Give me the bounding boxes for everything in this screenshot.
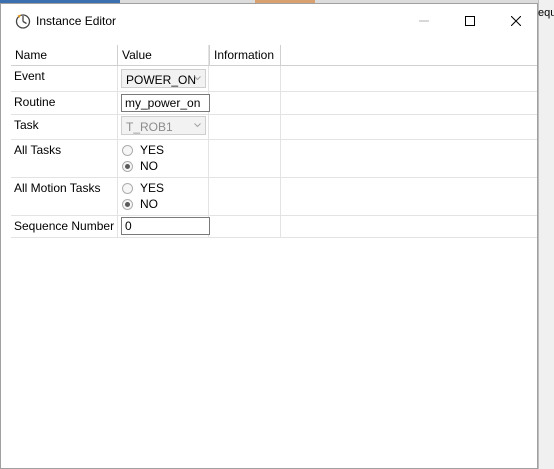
minimize-icon [419,20,429,21]
all-tasks-no-radio[interactable] [122,160,133,172]
background-text: equ [538,7,554,19]
all-motion-tasks-no-label: NO [140,197,158,211]
minimize-button[interactable] [401,4,447,37]
background-app-edge: equ [538,0,554,469]
instance-editor-icon [15,13,31,29]
event-value-cell: POWER_ON [117,66,209,91]
header-value: Value [117,45,209,65]
maximize-icon [465,15,475,26]
all-motion-tasks-yes-option[interactable]: YES [122,180,164,196]
all-motion-tasks-info-cell [209,178,281,215]
instance-editor-window: Instance Editor Name Value Information E… [0,3,538,469]
task-dropdown[interactable]: T_ROB1 [121,116,206,135]
all-motion-tasks-yes-label: YES [140,181,165,195]
task-dropdown-value: T_ROB1 [126,120,173,134]
sequence-number-value-cell: 0 [117,216,210,237]
all-tasks-value-cell: YES NO [117,140,209,177]
all-motion-tasks-label: All Motion Tasks [14,181,101,195]
title-bar[interactable]: Instance Editor [1,4,537,37]
close-icon [511,15,521,26]
event-dropdown-value: POWER_ON [126,73,197,87]
routine-info-cell [209,92,281,114]
grid-header-row: Name Value Information [11,45,537,66]
all-tasks-yes-radio[interactable] [122,144,133,156]
chevron-down-icon [194,76,201,81]
all-tasks-yes-label: YES [140,143,165,157]
event-dropdown[interactable]: POWER_ON [121,69,206,88]
chevron-down-icon [194,123,201,128]
close-button[interactable] [493,4,539,37]
all-tasks-label: All Tasks [14,143,62,157]
all-motion-tasks-yes-radio[interactable] [122,182,133,194]
grid-row-task: Task T_ROB1 [11,115,537,140]
routine-label: Routine [14,95,56,109]
event-label: Event [14,69,45,83]
grid-row-event: Event POWER_ON [11,66,537,92]
task-label: Task [14,118,39,132]
grid-row-all-motion-tasks: All Motion Tasks YES NO [11,178,537,216]
header-information: Information [209,45,281,65]
sequence-number-info-cell [209,216,281,237]
header-filler [281,45,537,65]
event-info-cell [209,66,281,91]
routine-input[interactable]: my_power_on [121,94,210,112]
all-motion-tasks-no-option[interactable]: NO [122,196,158,212]
all-motion-tasks-value-cell: YES NO [117,178,209,215]
all-tasks-no-label: NO [140,159,158,173]
header-name: Name [15,48,48,62]
grid-row-all-tasks: All Tasks YES NO [11,140,537,178]
all-tasks-yes-option[interactable]: YES [122,142,164,158]
all-tasks-no-option[interactable]: NO [122,158,158,174]
grid-row-sequence-number: Sequence Number 0 [11,216,537,238]
grid-row-routine: Routine my_power_on [11,92,537,115]
task-value-cell: T_ROB1 [117,115,209,139]
routine-value-cell: my_power_on [117,92,210,114]
property-grid: Name Value Information Event POWER_ON Ro… [11,45,537,238]
maximize-button[interactable] [447,4,493,37]
sequence-number-input[interactable]: 0 [121,217,210,235]
all-motion-tasks-no-radio[interactable] [122,198,133,210]
task-info-cell [209,115,281,139]
window-title: Instance Editor [36,14,117,28]
sequence-number-label: Sequence Number [14,219,115,233]
all-tasks-info-cell [209,140,281,177]
